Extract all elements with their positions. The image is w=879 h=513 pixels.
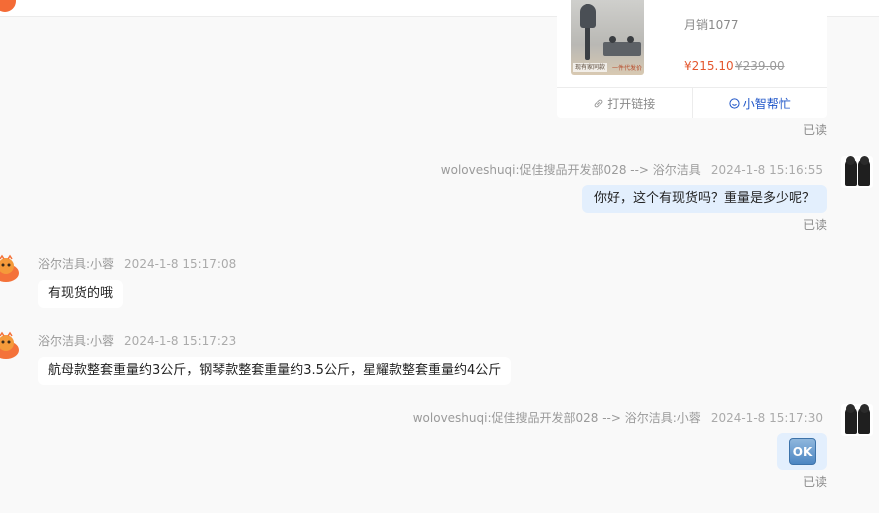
buyer-avatar[interactable]	[841, 156, 873, 188]
product-thumbnail[interactable]: 现有家同款 一件代发价	[571, 0, 644, 75]
message-meta: woloveshuqi:促佳搜品开发部028 --> 浴尔洁具 2024-1-8 …	[441, 161, 823, 178]
message-bubble-theirs[interactable]: 有现货的哦	[38, 280, 124, 308]
shower-knob	[627, 36, 634, 43]
sender-name: 浴尔洁具:小蓉	[38, 257, 115, 271]
message-meta: 浴尔洁具:小蓉 2024-1-8 15:17:08	[38, 255, 236, 272]
read-status: 已读	[803, 475, 828, 489]
message-time: 2024-1-8 15:17:08	[124, 257, 237, 271]
message-bubble-theirs[interactable]: 航母款整套重量约3公斤，钢琴款整套重量约3.5公斤，星耀款整套重量约4公斤	[38, 357, 512, 385]
seller-avatar-icon[interactable]	[0, 254, 22, 284]
corner-badge	[0, 0, 16, 12]
product-price: ¥215.10	[684, 59, 734, 73]
assistant-smile-icon	[729, 97, 740, 109]
assistant-label: 小智帮忙	[742, 96, 791, 111]
shower-head	[580, 4, 596, 28]
shower-knob	[609, 36, 616, 43]
thumb-tag: 现有家同款	[573, 63, 608, 72]
message-meta: woloveshuqi:促佳搜品开发部028 --> 浴尔洁具:小蓉 2024-1…	[413, 409, 823, 426]
message-time: 2024-1-8 15:17:30	[710, 411, 823, 425]
message-meta: 浴尔洁具:小蓉 2024-1-8 15:17:23	[38, 332, 236, 349]
open-link-button[interactable]: 打开链接	[557, 88, 693, 118]
sender-name: woloveshuqi:促佳搜品开发部028 --> 浴尔洁具:小蓉	[412, 411, 701, 425]
message-time: 2024-1-8 15:16:55	[710, 163, 823, 177]
product-original-price: ¥239.00	[735, 59, 785, 73]
read-status: 已读	[803, 218, 828, 232]
message-time: 2024-1-8 15:17:23	[124, 334, 237, 348]
ok-emoji-icon: OK	[789, 438, 816, 465]
avatar-head	[846, 156, 855, 165]
card-actions: 打开链接 小智帮忙	[557, 87, 827, 118]
product-card[interactable]: 现有家同款 一件代发价 月销1077 ¥215.10 ¥239.00 打开链接 …	[557, 0, 827, 118]
sender-name: 浴尔洁具:小蓉	[38, 334, 115, 348]
shower-valve	[603, 42, 641, 56]
thumb-tag-price: 一件代发价	[611, 65, 642, 72]
open-link-label: 打开链接	[607, 96, 656, 111]
message-bubble-mine[interactable]: 你好，这个有现货吗？重量是多少呢？	[581, 185, 827, 213]
avatar-head	[846, 404, 855, 413]
assistant-help-button[interactable]: 小智帮忙	[693, 88, 828, 118]
seller-avatar-icon[interactable]	[0, 331, 22, 361]
avatar-head	[860, 156, 869, 165]
monthly-sales: 月销1077	[684, 18, 739, 32]
sender-name: woloveshuqi:促佳搜品开发部028 --> 浴尔洁具	[440, 163, 701, 177]
read-status: 已读	[803, 123, 828, 137]
buyer-avatar[interactable]	[841, 404, 873, 436]
link-icon	[594, 99, 603, 107]
avatar-head	[860, 404, 869, 413]
